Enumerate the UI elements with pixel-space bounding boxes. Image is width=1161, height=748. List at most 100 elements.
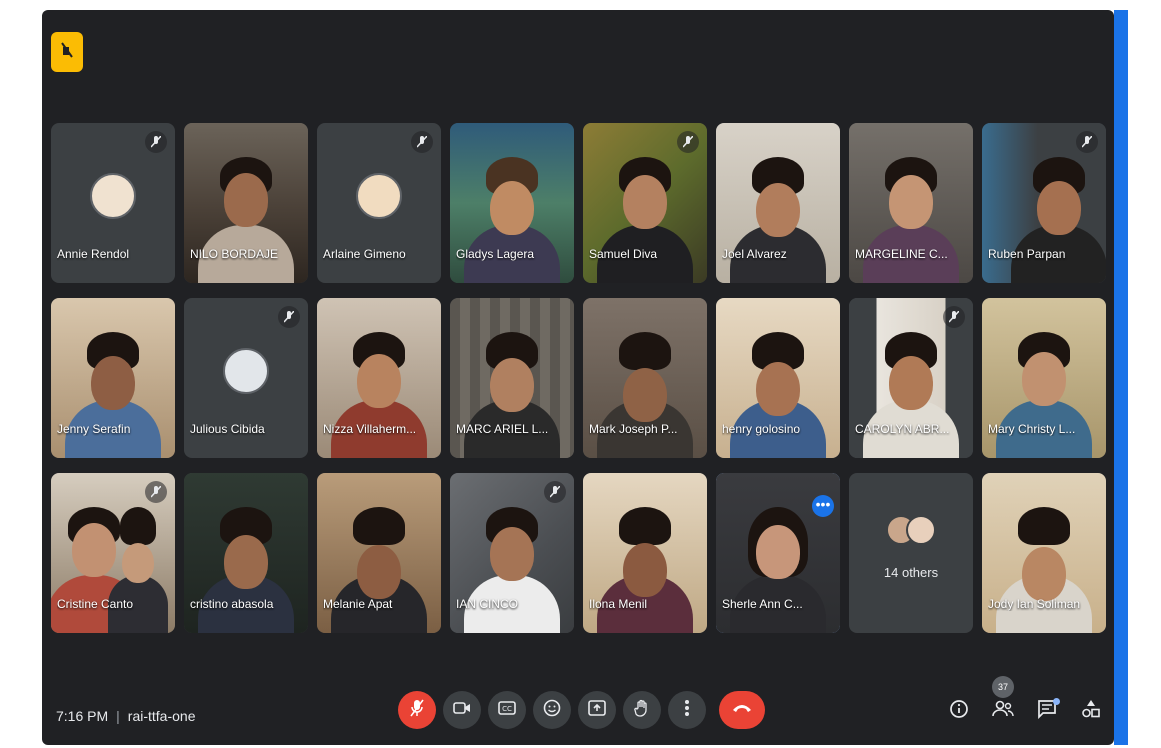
participant-name: Mary Christy L...: [988, 422, 1076, 436]
participant-name: Cristine Canto: [57, 597, 134, 611]
mic-off-icon: [1076, 131, 1098, 153]
avatar: [356, 173, 402, 219]
call-end-icon: [731, 701, 753, 719]
participant-name: IAN CINCO: [456, 597, 519, 611]
participant-tile[interactable]: Mark Joseph P...: [583, 298, 707, 458]
participant-tile[interactable]: Joel Alvarez: [716, 123, 840, 283]
captions-icon: CC: [498, 700, 516, 720]
emoji-reactions-button[interactable]: [533, 691, 571, 729]
activities-icon: [1081, 699, 1101, 724]
participant-name: Mark Joseph P...: [589, 422, 678, 436]
participant-tile[interactable]: MARGELINE C...: [849, 123, 973, 283]
camera-toggle-button[interactable]: [443, 691, 481, 729]
video-feed: [464, 157, 560, 283]
more-vert-icon: [684, 699, 690, 722]
window-edge-accent: [1114, 10, 1128, 745]
mic-off-icon: [145, 131, 167, 153]
participant-count-badge: 37: [992, 676, 1014, 698]
participant-tile[interactable]: NILO BORDAJE: [184, 123, 308, 283]
video-feed: [863, 157, 959, 283]
video-feed: [730, 157, 826, 283]
video-feed: [65, 332, 161, 458]
host-controls-badge[interactable]: [51, 32, 83, 72]
participant-tile-self[interactable]: ••• Sherle Ann C...: [716, 473, 840, 633]
unread-dot: [1053, 698, 1060, 705]
participant-tile[interactable]: IAN CINCO: [450, 473, 574, 633]
others-tile[interactable]: 14 others: [849, 473, 973, 633]
participant-name: Melanie Apat: [323, 597, 393, 611]
avatar: [90, 173, 136, 219]
video-feed: [1010, 157, 1106, 283]
participant-tile[interactable]: Mary Christy L...: [982, 298, 1106, 458]
mic-off-icon: [677, 131, 699, 153]
video-feed: [331, 507, 427, 633]
participant-tile[interactable]: Samuel Diva: [583, 123, 707, 283]
hand-raise-icon: [59, 41, 75, 64]
participant-name: MARC ARIEL L...: [456, 422, 549, 436]
divider: |: [116, 708, 120, 724]
raise-hand-button[interactable]: [623, 691, 661, 729]
video-feed: [996, 507, 1092, 633]
participant-tile[interactable]: Arlaine Gimeno: [317, 123, 441, 283]
participant-name: Arlaine Gimeno: [323, 247, 406, 261]
participant-name: Annie Rendol: [57, 247, 130, 261]
participant-name: Jody Ian Soliman: [988, 597, 1081, 611]
meeting-details: 7:16 PM | rai-ttfa-one: [56, 708, 195, 724]
more-options-icon[interactable]: •••: [812, 495, 834, 517]
participant-name: Sherle Ann C...: [722, 597, 803, 611]
participant-name: NILO BORDAJE: [190, 247, 279, 261]
meeting-info-button[interactable]: [944, 696, 974, 726]
mic-off-icon: [410, 699, 424, 722]
svg-text:CC: CC: [502, 705, 512, 713]
participant-tile[interactable]: Gladys Lagera: [450, 123, 574, 283]
participant-tile[interactable]: henry golosino: [716, 298, 840, 458]
video-feed: [331, 332, 427, 458]
participant-tile[interactable]: Jody Ian Soliman: [982, 473, 1106, 633]
participant-name: Ilona Menil: [589, 597, 648, 611]
leave-call-button[interactable]: [719, 691, 765, 729]
meeting-code: rai-ttfa-one: [127, 708, 196, 724]
video-feed: [863, 332, 959, 458]
participant-tile[interactable]: Julious Cibida: [184, 298, 308, 458]
more-options-button[interactable]: [668, 691, 706, 729]
participant-tile[interactable]: Ruben Parpan: [982, 123, 1106, 283]
participant-tile[interactable]: MARC ARIEL L...: [450, 298, 574, 458]
people-button[interactable]: 37: [988, 676, 1018, 726]
participant-name: cristino abasola: [190, 597, 274, 611]
participant-tile[interactable]: Cristine Canto: [51, 473, 175, 633]
others-count-label: 14 others: [883, 565, 939, 580]
video-feed: [730, 507, 826, 633]
video-feed: [996, 332, 1092, 458]
mic-off-icon: [278, 306, 300, 328]
bottom-toolbar: 7:16 PM | rai-ttfa-one CC 37: [42, 672, 1114, 742]
meeting-time: 7:16 PM: [56, 708, 109, 724]
participant-name: CAROLYN ABR...: [855, 422, 950, 436]
participant-name: Nizza Villaherm...: [323, 422, 417, 436]
participant-name: Ruben Parpan: [988, 247, 1066, 261]
participant-name: henry golosino: [722, 422, 801, 436]
video-feed: [730, 332, 826, 458]
mic-off-icon: [544, 481, 566, 503]
video-feed: [464, 507, 560, 633]
participant-tile[interactable]: Jenny Serafin: [51, 298, 175, 458]
activities-button[interactable]: [1076, 696, 1106, 726]
participant-name: Samuel Diva: [589, 247, 658, 261]
chat-button[interactable]: [1032, 696, 1062, 726]
meet-window: Annie Rendol NILO BORDAJE Arlaine Gimeno…: [42, 10, 1114, 745]
mic-toggle-button[interactable]: [398, 691, 436, 729]
participant-tile[interactable]: Annie Rendol: [51, 123, 175, 283]
participant-name: Joel Alvarez: [722, 247, 787, 261]
participant-tile[interactable]: Ilona Menil: [583, 473, 707, 633]
info-icon: [949, 699, 969, 724]
captions-button[interactable]: CC: [488, 691, 526, 729]
video-feed: [198, 507, 294, 633]
video-feed: [597, 507, 693, 633]
participant-tile[interactable]: Melanie Apat: [317, 473, 441, 633]
participant-tile[interactable]: cristino abasola: [184, 473, 308, 633]
video-feed: [597, 157, 693, 283]
call-controls: CC: [398, 691, 772, 729]
video-feed: [198, 157, 294, 283]
participant-tile[interactable]: CAROLYN ABR...: [849, 298, 973, 458]
participant-tile[interactable]: Nizza Villaherm...: [317, 298, 441, 458]
present-screen-button[interactable]: [578, 691, 616, 729]
